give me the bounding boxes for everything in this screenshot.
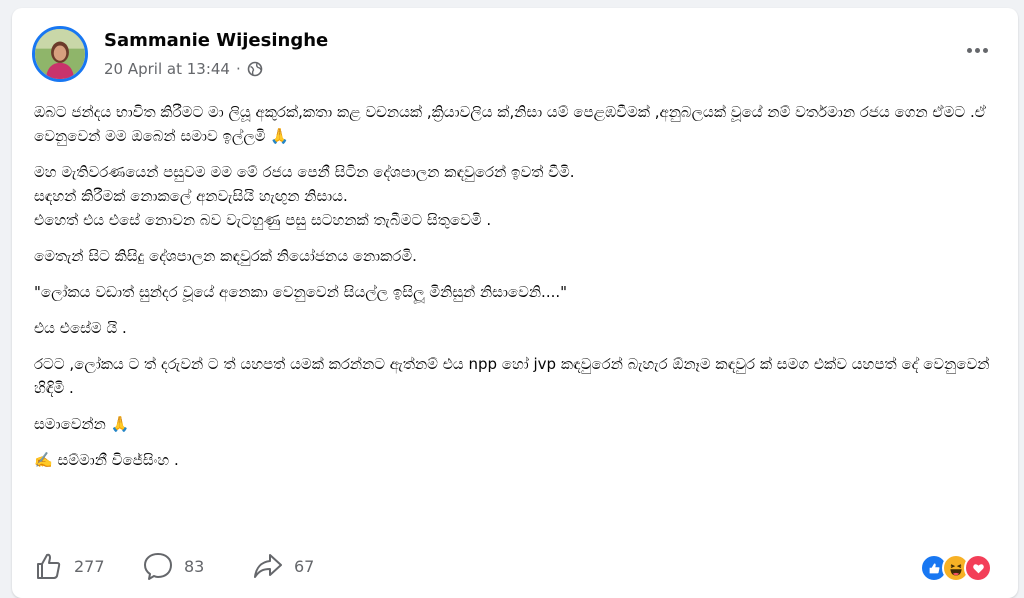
love-reaction-icon (964, 554, 992, 582)
like-count: 277 (74, 556, 105, 576)
author-avatar[interactable] (32, 26, 88, 82)
comment-button[interactable]: 83 (142, 548, 204, 584)
comment-count: 83 (184, 556, 205, 576)
post-paragraph: රටට ,ලෝකය ට ත් දරුවන් ට ත් යහපත් යමක් කර… (34, 355, 990, 397)
avatar-image (35, 29, 85, 79)
reactions-summary[interactable] (920, 554, 992, 582)
share-icon (254, 554, 282, 578)
post-header: Sammanie Wijesinghe 20 April at 13:44 · (32, 24, 998, 94)
more-options-icon[interactable] (960, 38, 994, 62)
post-text: ඔබට ජන්දය භාවිත කිරීමට මා ලියූ අකුරක්,කත… (34, 100, 998, 472)
like-button[interactable]: 277 (32, 548, 105, 584)
post-paragraph: ඔබට ජන්දය භාවිත කිරීමට මා ලියූ අකුරක්,කත… (34, 103, 986, 145)
post-timestamp[interactable]: 20 April at 13:44 (104, 60, 230, 78)
meta-separator: · (235, 60, 241, 78)
post-paragraph: එය එසේම යි . (34, 319, 127, 337)
post-paragraph: සමාවෙන්න 🙏 (34, 415, 130, 433)
globe-icon[interactable] (247, 61, 263, 77)
author-name[interactable]: Sammanie Wijesinghe (104, 30, 328, 51)
post-paragraph: මහ මැතිවරණයෙන් පසුවම මම මේ රජය පෙනී සිටි… (34, 163, 575, 229)
post-paragraph: ✍️ සම්මානී විජේසිංහ . (34, 451, 179, 469)
post-meta: 20 April at 13:44 · (104, 60, 263, 78)
share-button[interactable]: 67 (252, 548, 314, 584)
comment-icon (144, 553, 172, 580)
post-actions: 277 83 67 (32, 548, 998, 588)
like-icon (37, 553, 61, 579)
post-paragraph: මෙතැන් සිට කිසිදු දේශපාලන කඳවුරක් නියෝජන… (34, 247, 417, 265)
share-count: 67 (294, 556, 315, 576)
post-paragraph: "ලෝකය වඩාත් සුන්දර වූයේ අනෙකා වෙනුවෙන් ස… (34, 283, 568, 301)
post-card: Sammanie Wijesinghe 20 April at 13:44 · … (12, 8, 1018, 598)
